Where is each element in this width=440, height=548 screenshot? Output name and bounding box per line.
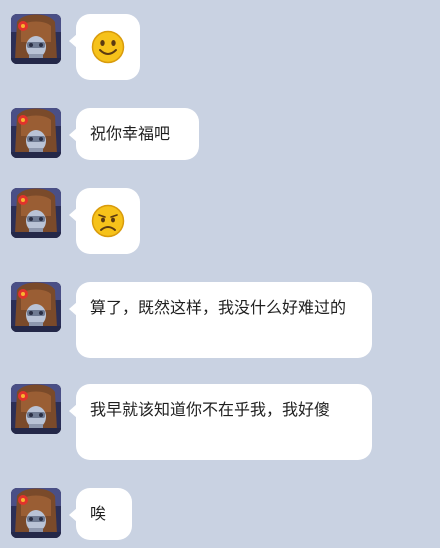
avatar[interactable] <box>11 108 61 158</box>
message-bubble[interactable] <box>69 188 140 254</box>
message-text: 算了，既然这样，我没什么好难过的 <box>90 298 347 317</box>
message-bubble[interactable]: 唉 <box>69 488 132 540</box>
avatar[interactable] <box>11 14 61 64</box>
avatar[interactable] <box>11 384 61 434</box>
message-bubble[interactable]: 祝你幸福吧 <box>69 108 199 160</box>
message-bubble[interactable]: 我早就该知道你不在乎我，我好傻 <box>69 384 372 460</box>
sad-emoji-icon <box>91 204 125 238</box>
message-bubble[interactable] <box>69 14 140 80</box>
message-text: 我早就该知道你不在乎我，我好傻 <box>90 400 331 419</box>
avatar[interactable] <box>11 282 61 332</box>
smile-emoji-icon <box>91 30 125 64</box>
message-text: 祝你幸福吧 <box>90 124 171 143</box>
message-text: 唉 <box>90 504 107 523</box>
avatar[interactable] <box>11 488 61 538</box>
message-bubble[interactable]: 算了，既然这样，我没什么好难过的 <box>69 282 372 358</box>
avatar[interactable] <box>11 188 61 238</box>
